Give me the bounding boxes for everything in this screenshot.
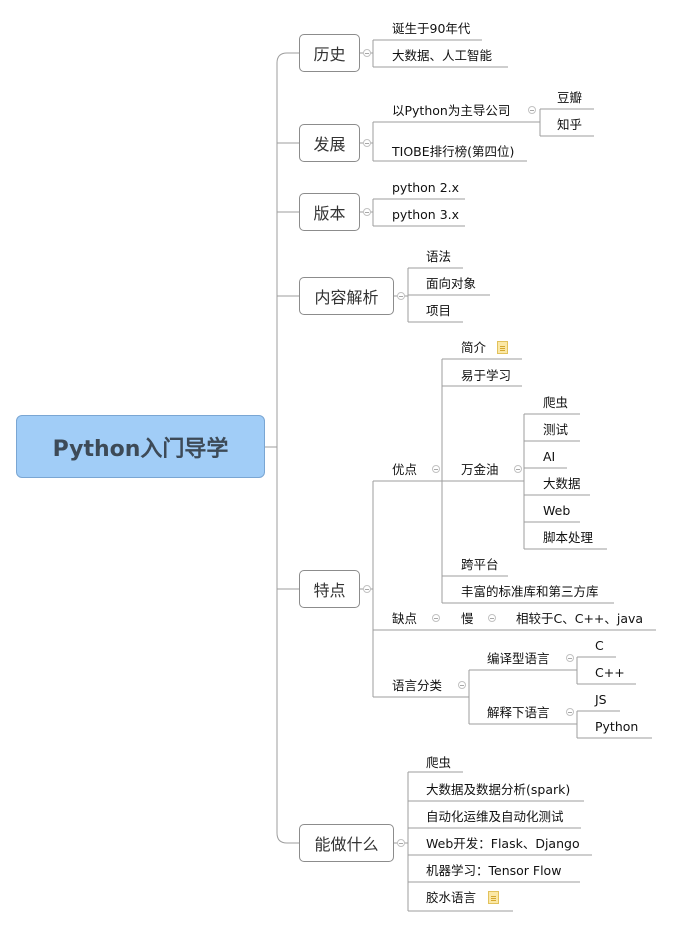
topic-uses[interactable]: 能做什么 [299, 824, 394, 862]
collapse-icon[interactable] [363, 139, 371, 147]
lang-interp[interactable]: 解释下语言 [487, 705, 550, 721]
pros-libs[interactable]: 丰富的标准库和第三方库 [461, 584, 599, 600]
topic-features[interactable]: 特点 [299, 570, 360, 608]
uses-item-2[interactable]: 大数据及数据分析(spark) [426, 782, 570, 798]
topic-history[interactable]: 历史 [299, 34, 360, 72]
topic-development[interactable]: 发展 [299, 124, 360, 162]
collapse-icon[interactable] [566, 654, 574, 662]
cons-compare[interactable]: 相较于C、C++、java [516, 611, 643, 627]
uses-item-1[interactable]: 爬虫 [426, 755, 451, 771]
pros-cross[interactable]: 跨平台 [461, 557, 499, 573]
development-lead[interactable]: 以Python为主导公司 [392, 103, 510, 119]
uses-item-6[interactable]: 胶水语言 [426, 890, 476, 906]
collapse-icon[interactable] [458, 681, 466, 689]
collapse-icon[interactable] [528, 106, 536, 114]
collapse-icon[interactable] [514, 465, 522, 473]
development-tiobe[interactable]: TIOBE排行榜(第四位) [392, 144, 514, 160]
versatile-item-3[interactable]: AI [543, 449, 555, 465]
collapse-icon[interactable] [363, 208, 371, 216]
compiled-item-1[interactable]: C [595, 638, 604, 654]
versatile-item-4[interactable]: 大数据 [543, 476, 581, 492]
cons-slow[interactable]: 慢 [461, 611, 474, 627]
note-icon[interactable] [488, 891, 499, 904]
pros-easy[interactable]: 易于学习 [461, 368, 511, 384]
uses-item-3[interactable]: 自动化运维及自动化测试 [426, 809, 564, 825]
pros-versatile[interactable]: 万金油 [461, 462, 499, 478]
version-item-1[interactable]: python 2.x [392, 180, 459, 196]
lang-compiled[interactable]: 编译型语言 [487, 651, 550, 667]
content-item-3[interactable]: 项目 [426, 303, 451, 319]
collapse-icon[interactable] [566, 708, 574, 716]
root-topic[interactable]: Python入门导学 [16, 415, 265, 478]
compiled-item-2[interactable]: C++ [595, 665, 625, 681]
content-item-2[interactable]: 面向对象 [426, 276, 476, 292]
interp-item-2[interactable]: Python [595, 719, 638, 735]
mind-map: Python入门导学 历史 发展 版本 内容解析 特点 能做什么 诞生于90年代… [0, 0, 673, 927]
version-item-2[interactable]: python 3.x [392, 207, 459, 223]
collapse-icon[interactable] [397, 292, 405, 300]
lang-label[interactable]: 语言分类 [392, 678, 442, 694]
topic-content[interactable]: 内容解析 [299, 277, 394, 315]
uses-item-4[interactable]: Web开发：Flask、Django [426, 836, 580, 852]
collapse-icon[interactable] [488, 614, 496, 622]
history-item-1[interactable]: 诞生于90年代 [392, 21, 470, 37]
uses-item-5[interactable]: 机器学习：Tensor Flow [426, 863, 561, 879]
topic-version[interactable]: 版本 [299, 193, 360, 231]
company-douban[interactable]: 豆瓣 [557, 90, 582, 106]
pros-label[interactable]: 优点 [392, 462, 417, 478]
content-item-1[interactable]: 语法 [426, 249, 451, 265]
collapse-icon[interactable] [363, 49, 371, 57]
versatile-item-2[interactable]: 测试 [543, 422, 568, 438]
collapse-icon[interactable] [363, 585, 371, 593]
collapse-icon[interactable] [397, 839, 405, 847]
versatile-item-5[interactable]: Web [543, 503, 570, 519]
versatile-item-1[interactable]: 爬虫 [543, 395, 568, 411]
cons-label[interactable]: 缺点 [392, 611, 417, 627]
pros-intro[interactable]: 简介 [461, 340, 486, 356]
note-icon[interactable] [497, 341, 508, 354]
history-item-2[interactable]: 大数据、人工智能 [392, 48, 492, 64]
versatile-item-6[interactable]: 脚本处理 [543, 530, 593, 546]
collapse-icon[interactable] [432, 614, 440, 622]
company-zhihu[interactable]: 知乎 [557, 117, 582, 133]
collapse-icon[interactable] [432, 465, 440, 473]
interp-item-1[interactable]: JS [595, 692, 607, 708]
